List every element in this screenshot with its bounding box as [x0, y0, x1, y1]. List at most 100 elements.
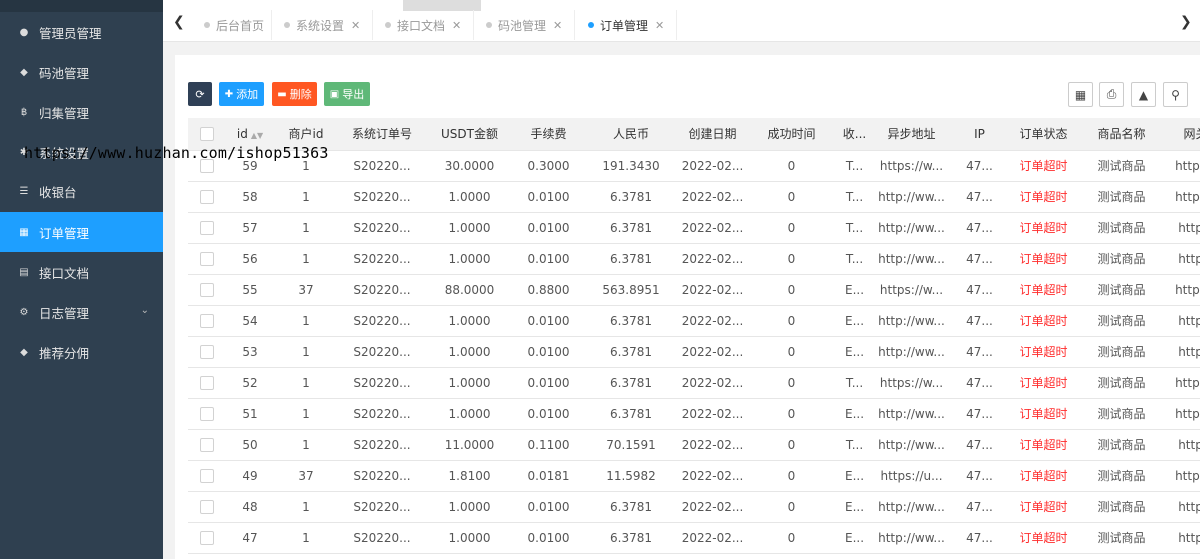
- table-row[interactable]: 49 37 S20220... 1.8100 0.0181 11.5982 2022-02.…: [188, 460, 1200, 492]
- column-header: 异步地址: [873, 118, 950, 151]
- table-row[interactable]: 47 1 S20220... 1.0000 0.0100 6.3781 2022-02...…: [188, 522, 1200, 554]
- row-checkbox-cell[interactable]: [188, 305, 226, 337]
- table-cell: 0: [747, 522, 836, 554]
- column-header: 系统订单号: [338, 118, 426, 151]
- row-checkbox-cell[interactable]: [188, 336, 226, 368]
- android-icon: ◆: [20, 66, 28, 78]
- sidebar-item-admin[interactable]: ● 管理员管理: [0, 12, 163, 52]
- close-icon[interactable]: ✕: [351, 19, 360, 32]
- row-checkbox[interactable]: [200, 530, 214, 545]
- table-cell: 70.1591: [584, 429, 678, 461]
- table-cell: 2022-02...: [678, 367, 747, 399]
- row-checkbox-cell[interactable]: [188, 274, 226, 306]
- table-row[interactable]: 52 1 S20220... 1.0000 0.0100 6.3781 2022-02...…: [188, 367, 1200, 399]
- table-row[interactable]: 54 1 S20220... 1.0000 0.0100 6.3781 2022-02...…: [188, 305, 1200, 337]
- row-checkbox[interactable]: [200, 375, 214, 390]
- table-cell: 测试商品: [1078, 460, 1165, 492]
- table-row[interactable]: 50 1 S20220... 11.0000 0.1100 70.1591 2022-02.…: [188, 429, 1200, 461]
- table-cell: 49: [226, 460, 274, 492]
- table-cell: 0.0100: [513, 398, 584, 430]
- delete-button[interactable]: ▬ 删除: [272, 82, 317, 106]
- sidebar-item-logs[interactable]: ⚙ 日志管理 ⌄: [0, 292, 163, 332]
- table-row[interactable]: 48 1 S20220... 1.0000 0.0100 6.3781 2022-02...…: [188, 491, 1200, 523]
- table-row[interactable]: 58 1 S20220... 1.0000 0.0100 6.3781 2022-02...…: [188, 181, 1200, 213]
- sidebar-item-api-docs[interactable]: ▤ 接口文档: [0, 252, 163, 292]
- table-cell: E...: [836, 274, 873, 306]
- sidebar-item-cashier[interactable]: ☰ 收银台: [0, 171, 163, 211]
- row-checkbox-cell[interactable]: [188, 181, 226, 213]
- table-cell: 1.0000: [426, 181, 513, 213]
- sidebar-item-referral[interactable]: ◆ 推荐分佣: [0, 332, 163, 372]
- table-row[interactable]: 53 1 S20220... 1.0000 0.0100 6.3781 2022-02...…: [188, 336, 1200, 368]
- orders-table: id ▲▼ 商户id 系统订单号 USDT金额 手续费 人民币 创建日期 成功时间…: [188, 118, 1200, 554]
- table-cell: 1: [274, 522, 338, 554]
- export-table-button[interactable]: ▲: [1131, 82, 1156, 107]
- search-button[interactable]: ⚲: [1163, 82, 1188, 107]
- column-header: 人民币: [584, 118, 678, 151]
- close-icon[interactable]: ✕: [553, 19, 562, 32]
- row-checkbox-cell[interactable]: [188, 243, 226, 275]
- table-cell: T...: [836, 212, 873, 244]
- table-cell: 47...: [950, 367, 1009, 399]
- row-checkbox-cell[interactable]: [188, 522, 226, 554]
- sort-icon[interactable]: ▲▼: [251, 131, 263, 140]
- table-cell: http://ww...: [873, 336, 950, 368]
- print-button[interactable]: ⎙: [1099, 82, 1124, 107]
- sidebar-item-collection[interactable]: ฿ 归集管理: [0, 92, 163, 132]
- close-icon[interactable]: ✕: [655, 19, 664, 32]
- table-cell: http://w: [1165, 429, 1200, 461]
- table-cell: 47...: [950, 460, 1009, 492]
- row-checkbox[interactable]: [200, 406, 214, 421]
- tab-bar: ❮ ❯ 后台首页 系统设置 ✕ 接口文档 ✕ 码池管理 ✕ 订单管理 ✕: [163, 0, 1200, 42]
- row-checkbox-cell[interactable]: [188, 398, 226, 430]
- table-row[interactable]: 56 1 S20220... 1.0000 0.0100 6.3781 2022-02...…: [188, 243, 1200, 275]
- columns-toggle-button[interactable]: ▦: [1068, 82, 1093, 107]
- row-checkbox-cell[interactable]: [188, 460, 226, 492]
- tab-separator: [473, 10, 474, 40]
- export-button[interactable]: ▣ 导出: [324, 82, 370, 106]
- table-row[interactable]: 57 1 S20220... 1.0000 0.0100 6.3781 2022-02...…: [188, 212, 1200, 244]
- row-checkbox-cell[interactable]: [188, 212, 226, 244]
- row-checkbox[interactable]: [200, 468, 214, 483]
- row-checkbox[interactable]: [200, 282, 214, 297]
- table-row[interactable]: 59 1 S20220... 30.0000 0.3000 191.3430 2022-02…: [188, 150, 1200, 182]
- add-button[interactable]: ✚ 添加: [219, 82, 264, 106]
- table-cell: 1: [274, 243, 338, 275]
- table-cell: E...: [836, 336, 873, 368]
- table-cell: 1.0000: [426, 398, 513, 430]
- table-cell: 6.3781: [584, 243, 678, 275]
- table-cell: https://u...: [873, 460, 950, 492]
- row-checkbox-cell[interactable]: [188, 429, 226, 461]
- row-checkbox-cell[interactable]: [188, 367, 226, 399]
- row-checkbox[interactable]: [200, 189, 214, 204]
- refresh-button[interactable]: ⟳: [188, 82, 212, 106]
- row-checkbox[interactable]: [200, 499, 214, 514]
- sidebar-item-orders[interactable]: ▦ 订单管理: [0, 212, 163, 252]
- select-all-checkbox[interactable]: [200, 127, 214, 141]
- table-row[interactable]: 55 37 S20220... 88.0000 0.8800 563.8951 2022-0…: [188, 274, 1200, 306]
- tab-orders[interactable]: 订单管理 ✕: [588, 17, 664, 33]
- table-cell: 2022-02...: [678, 522, 747, 554]
- tab-home[interactable]: 后台首页: [204, 17, 264, 33]
- tab-code-pool[interactable]: 码池管理 ✕: [486, 17, 562, 33]
- tab-api-docs[interactable]: 接口文档 ✕: [385, 17, 461, 33]
- table-cell: 测试商品: [1078, 150, 1165, 182]
- tab-settings[interactable]: 系统设置 ✕: [284, 17, 360, 33]
- chevron-left-icon[interactable]: ❮: [173, 14, 185, 30]
- close-icon[interactable]: ✕: [452, 19, 461, 32]
- table-cell: 0.1100: [513, 429, 584, 461]
- table-row[interactable]: 51 1 S20220... 1.0000 0.0100 6.3781 2022-02...…: [188, 398, 1200, 430]
- row-checkbox[interactable]: [200, 220, 214, 235]
- table-cell: S20220...: [338, 522, 426, 554]
- row-checkbox-cell[interactable]: [188, 491, 226, 523]
- row-checkbox[interactable]: [200, 437, 214, 452]
- table-cell: 2022-02...: [678, 491, 747, 523]
- row-checkbox[interactable]: [200, 251, 214, 266]
- table-cell: 54: [226, 305, 274, 337]
- table-cell: E...: [836, 522, 873, 554]
- chevron-right-icon[interactable]: ❯: [1180, 14, 1192, 30]
- sidebar-item-code-pool[interactable]: ◆ 码池管理: [0, 52, 163, 92]
- row-checkbox[interactable]: [200, 344, 214, 359]
- table-cell: http://ww...: [873, 305, 950, 337]
- row-checkbox[interactable]: [200, 313, 214, 328]
